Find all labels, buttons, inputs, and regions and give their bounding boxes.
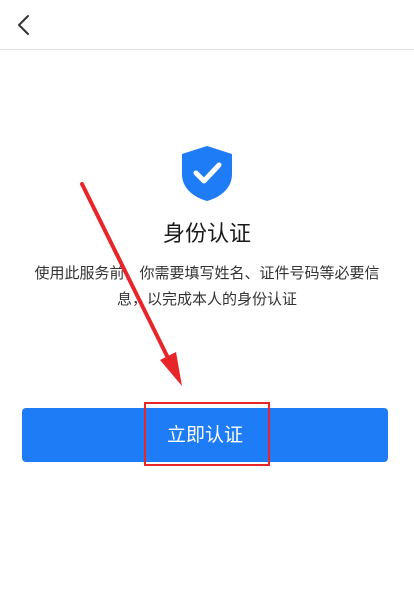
back-button[interactable] <box>6 6 42 44</box>
chevron-left-icon <box>18 15 29 35</box>
nav-bar <box>0 0 414 50</box>
verify-now-button[interactable]: 立即认证 <box>22 408 388 462</box>
description-text: 使用此服务前，你需要填写姓名、证件号码等必要信息，以完成本人的身份认证 <box>34 264 380 308</box>
page-title: 身份认证 <box>162 222 251 247</box>
shield-check-icon <box>182 146 232 201</box>
